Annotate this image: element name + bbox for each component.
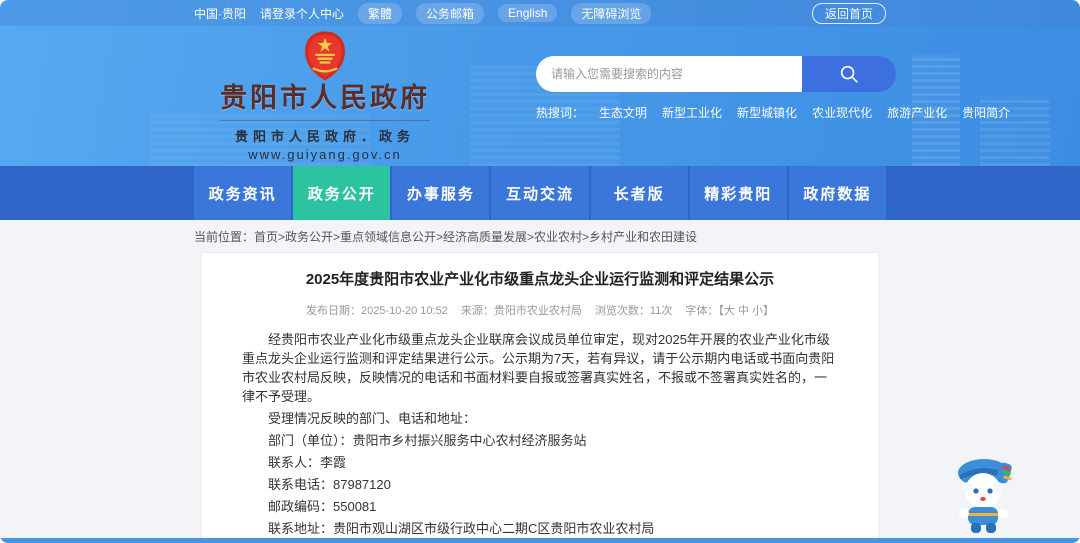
hot-word-ecology[interactable]: 生态文明 [599,104,647,121]
publish-date: 发布日期：2025-10-20 10:52 [305,304,448,317]
topbar-item-login-personal-center[interactable]: 请登录个人中心 [260,5,344,22]
topbar-item-traditional-chinese[interactable]: 繁體 [358,2,403,24]
page: 中国·贵阳 请登录个人中心 繁體 公务邮箱 English 无障碍浏览 返回首页 [0,0,1080,543]
site-subtitle: 贵阳市人民政府．政务 [220,119,430,145]
topbar-item-accessibility[interactable]: 无障碍浏览 [571,2,652,24]
view-count: 浏览次数：11次 [594,304,673,317]
nav-item-zhengwu-zixun[interactable]: 政务资讯 [194,166,292,220]
hot-word-urbanization[interactable]: 新型城镇化 [737,104,797,121]
bottom-edge-strip [0,538,1080,543]
nav-item-hudong-jiaoliu[interactable]: 互动交流 [491,166,589,220]
article-card: 2025年度贵阳市农业产业化市级重点龙头企业运行监测和评定结果公示 发布日期：2… [201,252,879,543]
hot-word-agri-modernization[interactable]: 农业现代化 [812,104,872,121]
hot-search-label: 热搜词： [536,106,585,120]
nav-item-banshi-fuwu[interactable]: 办事服务 [392,166,490,220]
paragraph-contact-person: 联系人：李霞 [268,454,347,470]
hot-word-guiyang-intro[interactable]: 贵阳简介 [962,104,1010,121]
breadcrumb-label: 当前位置： [194,230,255,244]
top-utility-bar: 中国·贵阳 请登录个人中心 繁體 公务邮箱 English 无障碍浏览 返回首页 [0,0,1080,26]
breadcrumb: 当前位置：首页>政务公开>重点领域信息公开>经济高质量发展>农业农村>乡村产业和… [194,220,886,252]
paragraph-announcement: 经贵阳市农业产业化市级重点龙头企业联席会议成员单位审定，现对2025年开展的农业… [242,331,835,404]
search-input[interactable] [536,56,802,92]
search-button[interactable] [802,56,896,92]
topbar-menu: 中国·贵阳 请登录个人中心 繁體 公务邮箱 English 无障碍浏览 [194,2,652,24]
main-nav-band: 政务资讯 政务公开 办事服务 互动交流 长者版 精彩贵阳 政府数据 [0,166,1080,220]
article-source: 来源：贵阳市农业农村局 [460,304,582,317]
paragraph-phone: 联系电话：87987120 [268,476,391,492]
article-title: 2025年度贵阳市农业产业化市级重点龙头企业运行监测和评定结果公示 [305,271,775,288]
font-size-switcher[interactable]: 字体：【大 中 小】 [685,305,774,317]
hot-word-tourism[interactable]: 旅游产业化 [887,104,947,121]
paragraph-address: 联系地址：贵阳市观山湖区市级行政中心二期C区贵阳市农业农村局 [268,520,655,536]
paragraph-contact-intro: 受理情况反映的部门、电话和地址： [268,410,477,426]
national-emblem-icon [305,31,345,81]
nav-item-zhengwu-gongkai[interactable]: 政务公开 [293,166,391,220]
site-name: 贵阳市人民政府 [220,83,430,113]
site-url: www.guiyang.gov.cn [248,146,402,162]
site-logo[interactable]: 贵阳市人民政府 贵阳市人民政府．政务 www.guiyang.gov.cn [220,30,430,162]
hot-search-row: 热搜词： 生态文明 新型工业化 新型城镇化 农业现代化 旅游产业化 贵阳简介 [536,104,1010,121]
breadcrumb-path[interactable]: 首页>政务公开>重点领域信息公开>经济高质量发展>农业农村>乡村产业和农田建设 [254,230,697,244]
nav-item-zhangzheban[interactable]: 长者版 [590,166,688,220]
topbar-item-english[interactable]: English [498,4,558,22]
nav-item-zhengfu-shuju[interactable]: 政府数据 [788,166,886,220]
content-area: 当前位置：首页>政务公开>重点领域信息公开>经济高质量发展>农业农村>乡村产业和… [0,220,1080,543]
nav-item-jingcai-guiyang[interactable]: 精彩贵阳 [689,166,787,220]
paragraph-department: 部门（单位）：贵阳市乡村振兴服务中心农村经济服务站 [268,432,587,448]
hot-word-industrialization[interactable]: 新型工业化 [662,104,722,121]
paragraph-postcode: 邮政编码：550081 [268,498,377,514]
article-meta: 发布日期：2025-10-20 10:52 来源：贵阳市农业农村局 浏览次数：1… [242,302,838,318]
search-area: 热搜词： 生态文明 新型工业化 新型城镇化 农业现代化 旅游产业化 贵阳简介 [536,56,1010,121]
return-home-button[interactable]: 返回首页 [811,2,886,24]
search-icon [840,65,858,83]
site-banner: 贵阳市人民政府 贵阳市人民政府．政务 www.guiyang.gov.cn 热搜… [0,26,1080,166]
topbar-item-official-mail[interactable]: 公务邮箱 [416,2,485,24]
topbar-item-china-guiyang[interactable]: 中国·贵阳 [194,5,246,22]
mascot-assistant[interactable] [946,451,1022,537]
article-body: 经贵阳市农业产业化市级重点龙头企业联席会议成员单位审定，现对2025年开展的农业… [242,330,838,538]
